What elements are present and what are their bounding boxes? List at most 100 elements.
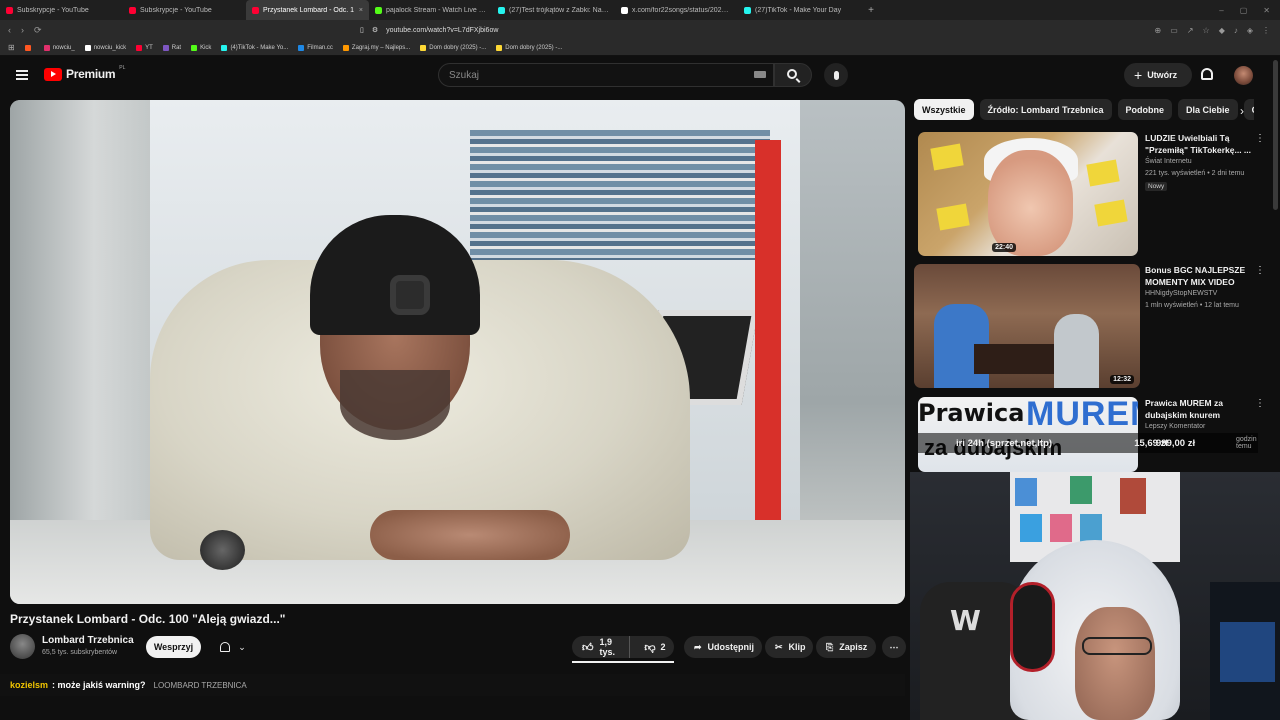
more-options-icon[interactable]: ⋮ — [1255, 398, 1265, 409]
menu-dots-icon[interactable]: ⋮ — [1262, 26, 1270, 35]
url-text[interactable]: youtube.com/watch?v=L7dFXjbi6ow — [386, 27, 498, 34]
filter-chip[interactable]: Podobne — [1117, 99, 1173, 120]
recommendation-title[interactable]: LUDZIE Uwielbiali Tą "Przemiłą" TikToker… — [1145, 132, 1253, 156]
close-window-icon[interactable]: ✕ — [1263, 6, 1270, 15]
thumbs-down-icon: 👎︎ — [644, 641, 656, 654]
keyboard-icon[interactable] — [754, 71, 766, 78]
reload-icon[interactable]: ⟳ — [34, 25, 42, 36]
thumbnail-text: Prawica — [918, 399, 1025, 427]
browser-tab-bar: Subskrypcje - YouTube Subskrypcje - YouTu… — [0, 0, 1280, 20]
webcam-glasses — [1082, 637, 1152, 655]
filter-chip[interactable]: Dla Ciebie — [1178, 99, 1238, 120]
voice-search-button[interactable] — [824, 63, 848, 87]
like-button[interactable]: 👍︎ 1,9 tys. — [572, 636, 631, 658]
user-avatar[interactable] — [1234, 66, 1253, 85]
minimize-icon[interactable]: – — [1219, 6, 1223, 15]
bookmark-favicon-icon — [496, 44, 503, 51]
browser-tab[interactable]: (27)Test trójkątów z Żabki: Najlepsze — [492, 0, 615, 20]
support-button[interactable]: Wesprzyj — [146, 636, 201, 658]
more-options-icon[interactable]: ⋮ — [1255, 265, 1265, 276]
maximize-icon[interactable]: ▢ — [1240, 6, 1248, 15]
browser-tab[interactable]: (27)TikTok - Make Your Day — [738, 0, 861, 20]
chevron-right-icon[interactable]: › — [1240, 104, 1244, 118]
share-icon[interactable]: ↗ — [1187, 26, 1194, 35]
music-icon[interactable]: ♪ — [1234, 26, 1238, 35]
browser-tab[interactable]: Subskrypcje - YouTube — [123, 0, 246, 20]
recommendation-item[interactable]: 12:32 Bonus BGC NAJLEPSZE MOMENTY MIX VI… — [914, 264, 1265, 389]
bookmark-item[interactable]: Zagraj.my – Najleps... — [342, 44, 410, 51]
browser-tab[interactable]: x.com/for22songs/status/202859011 — [615, 0, 738, 20]
channel-name[interactable]: Lombard Trzebnica — [42, 635, 134, 646]
bookmark-icon[interactable]: ▯ — [360, 26, 364, 34]
clip-label: Klip — [788, 642, 806, 652]
plus-icon: + — [1134, 67, 1143, 83]
streamer-webcam-overlay: W — [910, 472, 1280, 720]
share-button[interactable]: ➦ Udostępnij — [684, 636, 762, 658]
bookmark-item[interactable]: nowciu_ — [43, 44, 75, 51]
more-options-icon[interactable]: ⋮ — [1255, 133, 1265, 144]
recommendation-thumbnail[interactable]: 12:32 — [914, 264, 1140, 388]
shield-icon[interactable]: ◈ — [1247, 26, 1253, 35]
filter-chip[interactable]: Źródło: Lombard Trzebnica — [979, 99, 1112, 120]
recommendation-item[interactable]: 22:40 LUDZIE Uwielbiali Tą "Przemiłą" Ti… — [918, 132, 1265, 257]
new-tab-icon[interactable]: + — [861, 5, 881, 16]
favorite-icon[interactable]: ☆ — [1203, 26, 1210, 35]
recommendation-title[interactable]: Bonus BGC NAJLEPSZE MOMENTY MIX VIDEO — [1145, 264, 1253, 288]
thumbnail-person — [1054, 314, 1099, 388]
screenshot-icon[interactable]: ▭ — [1170, 26, 1178, 35]
recommendation-thumbnail[interactable]: 22:40 — [918, 132, 1138, 256]
bookmark-favicon-icon — [24, 44, 31, 51]
site-info-icon[interactable]: ⚙ — [372, 26, 378, 34]
browser-tab[interactable]: Subskrypcje - YouTube — [0, 0, 123, 20]
dislike-button[interactable]: 👎︎ 2 — [636, 641, 674, 654]
recommendation-channel[interactable]: HHNigdyStopNEWSTV — [1145, 290, 1217, 297]
extension-icon[interactable]: ◆ — [1219, 26, 1225, 35]
zoom-icon[interactable]: ⊕ — [1155, 26, 1162, 35]
clip-button[interactable]: ✂ Klip — [765, 636, 813, 658]
hamburger-menu-icon[interactable] — [16, 70, 28, 80]
recommendation-channel[interactable]: Lepszy Komentator — [1145, 423, 1205, 430]
notifications-bell-icon[interactable] — [1201, 68, 1213, 80]
bookmark-favicon-icon — [342, 44, 349, 51]
notification-settings-button[interactable]: ⌄ — [209, 636, 257, 658]
search-input[interactable] — [439, 64, 773, 86]
tab-title: pajalock Stream - Watch Live on Kick — [386, 6, 486, 14]
scissors-icon: ✂ — [775, 641, 783, 652]
bookmark-item[interactable]: Rat — [162, 44, 181, 51]
browser-tab[interactable]: Przystanek Lombard - Odc. 1 × — [246, 0, 369, 20]
close-tab-icon[interactable]: × — [359, 7, 363, 14]
back-icon[interactable]: ‹ — [8, 25, 11, 36]
bookmark-favicon-icon — [420, 44, 427, 51]
bookmark-item[interactable]: Kick — [191, 44, 211, 51]
browser-tab[interactable]: pajalock Stream - Watch Live on Kick — [369, 0, 492, 20]
chevron-down-icon: ⌄ — [238, 641, 246, 652]
bookmark-item[interactable]: (4)TikTok - Make Yo... — [221, 44, 289, 51]
bookmark-item[interactable] — [24, 44, 34, 51]
bookmark-label: (4)TikTok - Make Yo... — [230, 44, 289, 51]
search-box — [438, 63, 774, 87]
channel-avatar[interactable] — [10, 634, 35, 659]
video-player[interactable] — [10, 100, 905, 604]
filter-chip[interactable]: Wszystkie — [914, 99, 974, 120]
ticker-price: 999,00 zł — [1156, 437, 1196, 449]
webcam-face — [1075, 607, 1155, 720]
bookmark-item[interactable]: nowciu_kick — [84, 44, 127, 51]
more-actions-button[interactable]: ⋯ — [882, 636, 906, 658]
bookmark-item[interactable]: Filman.cc — [298, 44, 333, 51]
bookmark-item[interactable]: YT — [136, 44, 153, 51]
filter-chip[interactable]: O — [1243, 99, 1254, 120]
bookmark-item[interactable]: Dom dobry (2025) -... — [420, 44, 486, 51]
page-scrollbar[interactable] — [1273, 60, 1278, 210]
recommendation-channel[interactable]: Świat Internetu — [1145, 158, 1192, 165]
apps-grid-icon[interactable]: ⊞ — [8, 43, 15, 52]
url-field[interactable]: ▯ ⚙ youtube.com/watch?v=L7dFXjbi6ow — [360, 26, 1155, 35]
forward-icon[interactable]: › — [21, 25, 24, 36]
bookmark-label: nowciu_kick — [93, 44, 127, 51]
create-button[interactable]: + Utwórz — [1124, 63, 1192, 87]
youtube-logo[interactable]: Premium PL — [44, 65, 125, 81]
save-button[interactable]: ⎘ Zapisz — [816, 636, 876, 658]
stream-price-ticker: iri 24h (sprzet,net,ltp) 15,69 zł 999,00… — [918, 433, 1258, 453]
recommendation-title[interactable]: Prawica MUREM za dubajskim knurem — [1145, 397, 1253, 421]
search-button[interactable] — [774, 63, 812, 87]
bookmark-item[interactable]: Dom dobry (2025) -... — [496, 44, 562, 51]
